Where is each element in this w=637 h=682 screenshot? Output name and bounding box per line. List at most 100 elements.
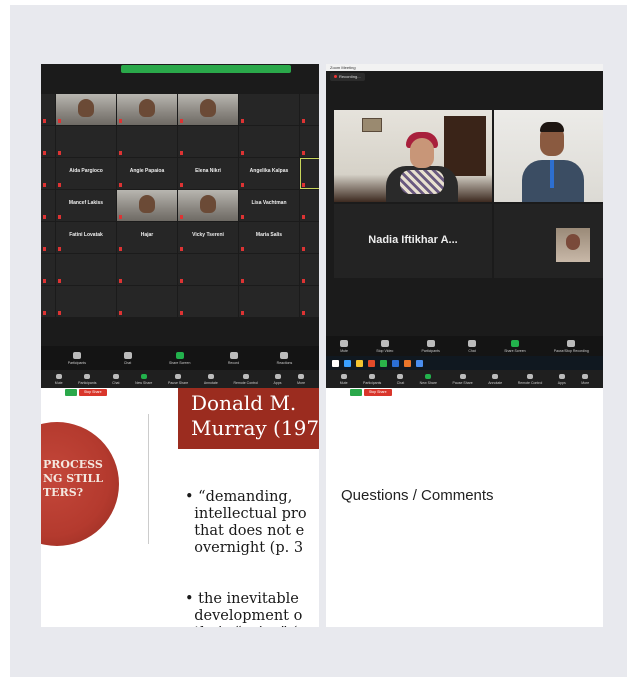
recording-indicator[interactable]: Recording... <box>330 73 365 81</box>
participant-tile[interactable]: Mancef Lakiss <box>56 190 116 221</box>
participant-tile[interactable] <box>178 126 238 157</box>
participant-tile[interactable] <box>300 286 319 317</box>
toolbar-label: Remote Control <box>233 380 258 385</box>
toolbar-button[interactable]: More <box>297 373 305 385</box>
participant-tile[interactable]: Fatini Lovatak <box>56 222 116 253</box>
shared-questions-screenshot: Questions / Comments Mute Participants Cha… <box>326 370 603 627</box>
participant-tile[interactable] <box>41 126 55 157</box>
toolbar-icon <box>298 373 305 379</box>
toolbar-button[interactable]: Record <box>228 351 239 365</box>
participant-tile[interactable] <box>117 254 177 285</box>
taskbar-app-icon[interactable] <box>356 359 363 367</box>
participant-video <box>200 99 216 117</box>
participant-tile[interactable] <box>117 126 177 157</box>
toolbar-button[interactable]: Pause/Stop Recording <box>554 339 589 353</box>
taskbar-app-icon[interactable] <box>344 359 351 367</box>
participant-tile[interactable] <box>300 190 319 221</box>
participant-tile[interactable] <box>300 94 319 125</box>
active-speaker-tile[interactable] <box>334 110 492 202</box>
toolbar-icon <box>425 373 432 379</box>
participant-tile[interactable]: Angie Papaioa <box>117 158 177 189</box>
stop-share-button[interactable]: Stop Share <box>364 389 392 396</box>
participant-tile[interactable] <box>239 254 299 285</box>
participant-tile[interactable] <box>41 94 55 125</box>
participant-tile[interactable] <box>41 254 55 285</box>
participant-tile[interactable] <box>178 286 238 317</box>
toolbar-button[interactable]: Annotate <box>204 373 218 385</box>
participant-tile[interactable] <box>56 126 116 157</box>
participant-tile[interactable] <box>239 286 299 317</box>
participant-tile[interactable] <box>300 126 319 157</box>
participant-tile[interactable] <box>41 158 55 189</box>
toolbar-button[interactable]: Chat <box>468 339 477 353</box>
toolbar-button[interactable]: Mute <box>340 339 349 353</box>
participant-video <box>78 99 94 117</box>
participant-tile[interactable] <box>41 190 55 221</box>
toolbar-button[interactable]: Apps <box>558 373 566 385</box>
taskbar-app-icon[interactable] <box>392 359 399 367</box>
participant-tile[interactable]: Maria Salis <box>239 222 299 253</box>
toolbar-button[interactable]: Mute <box>55 373 63 385</box>
muted-mic-icon <box>119 151 122 155</box>
toolbar-button[interactable]: Chat <box>397 373 404 385</box>
toolbar-button[interactable]: Stop Video <box>376 339 393 353</box>
participant-tile[interactable]: Hajar <box>117 222 177 253</box>
toolbar-button[interactable]: More <box>581 373 589 385</box>
muted-mic-icon <box>119 279 122 283</box>
toolbar-button[interactable]: Participants <box>68 351 86 365</box>
name-only-tile[interactable]: Nadia Iftikhar A... <box>334 204 492 278</box>
toolbar-button[interactable]: Share Screen <box>504 339 526 353</box>
tile-name-label <box>180 215 236 219</box>
participant-tile[interactable] <box>300 222 319 253</box>
participant-tile[interactable] <box>117 94 177 125</box>
participant-tile[interactable] <box>117 286 177 317</box>
participant-tile[interactable] <box>178 254 238 285</box>
tile-name-label <box>58 119 114 123</box>
toolbar-button[interactable]: Pause Share <box>452 373 473 385</box>
participant-tile[interactable] <box>117 190 177 221</box>
participant-tile[interactable] <box>300 158 319 189</box>
participant-tile[interactable]: Lisa Vachtman <box>239 190 299 221</box>
participant-tile[interactable] <box>494 110 603 202</box>
tile-name-label <box>58 247 114 251</box>
toolbar-button[interactable]: Pause Share <box>168 373 188 385</box>
toolbar-button[interactable]: Mute <box>339 373 348 385</box>
participant-tile[interactable] <box>41 222 55 253</box>
participant-tile[interactable] <box>56 254 116 285</box>
stop-share-button[interactable]: Stop Share <box>79 389 107 396</box>
participant-tile[interactable] <box>300 254 319 285</box>
taskbar-app-icon[interactable] <box>404 359 411 367</box>
taskbar-app-icon[interactable] <box>368 359 375 367</box>
participant-tile[interactable] <box>239 126 299 157</box>
toolbar-button[interactable]: Remote Control <box>518 373 542 385</box>
participant-tile[interactable] <box>56 286 116 317</box>
toolbar-button[interactable]: Participants <box>78 373 96 385</box>
toolbar-button[interactable]: Remote Control <box>233 373 258 385</box>
toolbar-icon <box>207 373 214 379</box>
toolbar-icon <box>582 373 589 379</box>
taskbar-app-icon[interactable] <box>380 359 387 367</box>
participant-tile[interactable]: Elena Nikri <box>178 158 238 189</box>
toolbar-label: Mute <box>339 380 348 385</box>
taskbar-app-icon[interactable] <box>416 359 423 367</box>
toolbar-button[interactable]: Reactions <box>277 351 292 365</box>
toolbar-button[interactable]: Chat <box>112 373 119 385</box>
participant-tile[interactable]: Vicky Tsereni <box>178 222 238 253</box>
toolbar-button[interactable]: New Share <box>420 373 437 385</box>
toolbar-button[interactable]: Participants <box>363 373 381 385</box>
toolbar-button[interactable]: Annotate <box>488 373 502 385</box>
participant-tile[interactable] <box>178 190 238 221</box>
toolbar-button[interactable]: Apps <box>274 373 282 385</box>
participant-tile[interactable] <box>56 94 116 125</box>
participant-tile[interactable] <box>41 286 55 317</box>
participant-tile[interactable] <box>178 94 238 125</box>
participant-tile[interactable] <box>494 204 603 278</box>
toolbar-button[interactable]: Share Screen <box>169 351 190 365</box>
toolbar-button[interactable]: Participants <box>422 339 440 353</box>
participant-tile[interactable] <box>239 94 299 125</box>
participant-tile[interactable]: Aida Pargioco <box>56 158 116 189</box>
toolbar-button[interactable]: Chat <box>123 351 132 365</box>
start-icon[interactable] <box>332 359 339 367</box>
participant-tile[interactable]: Angelika Kalpas <box>239 158 299 189</box>
toolbar-button[interactable]: New Share <box>135 373 152 385</box>
